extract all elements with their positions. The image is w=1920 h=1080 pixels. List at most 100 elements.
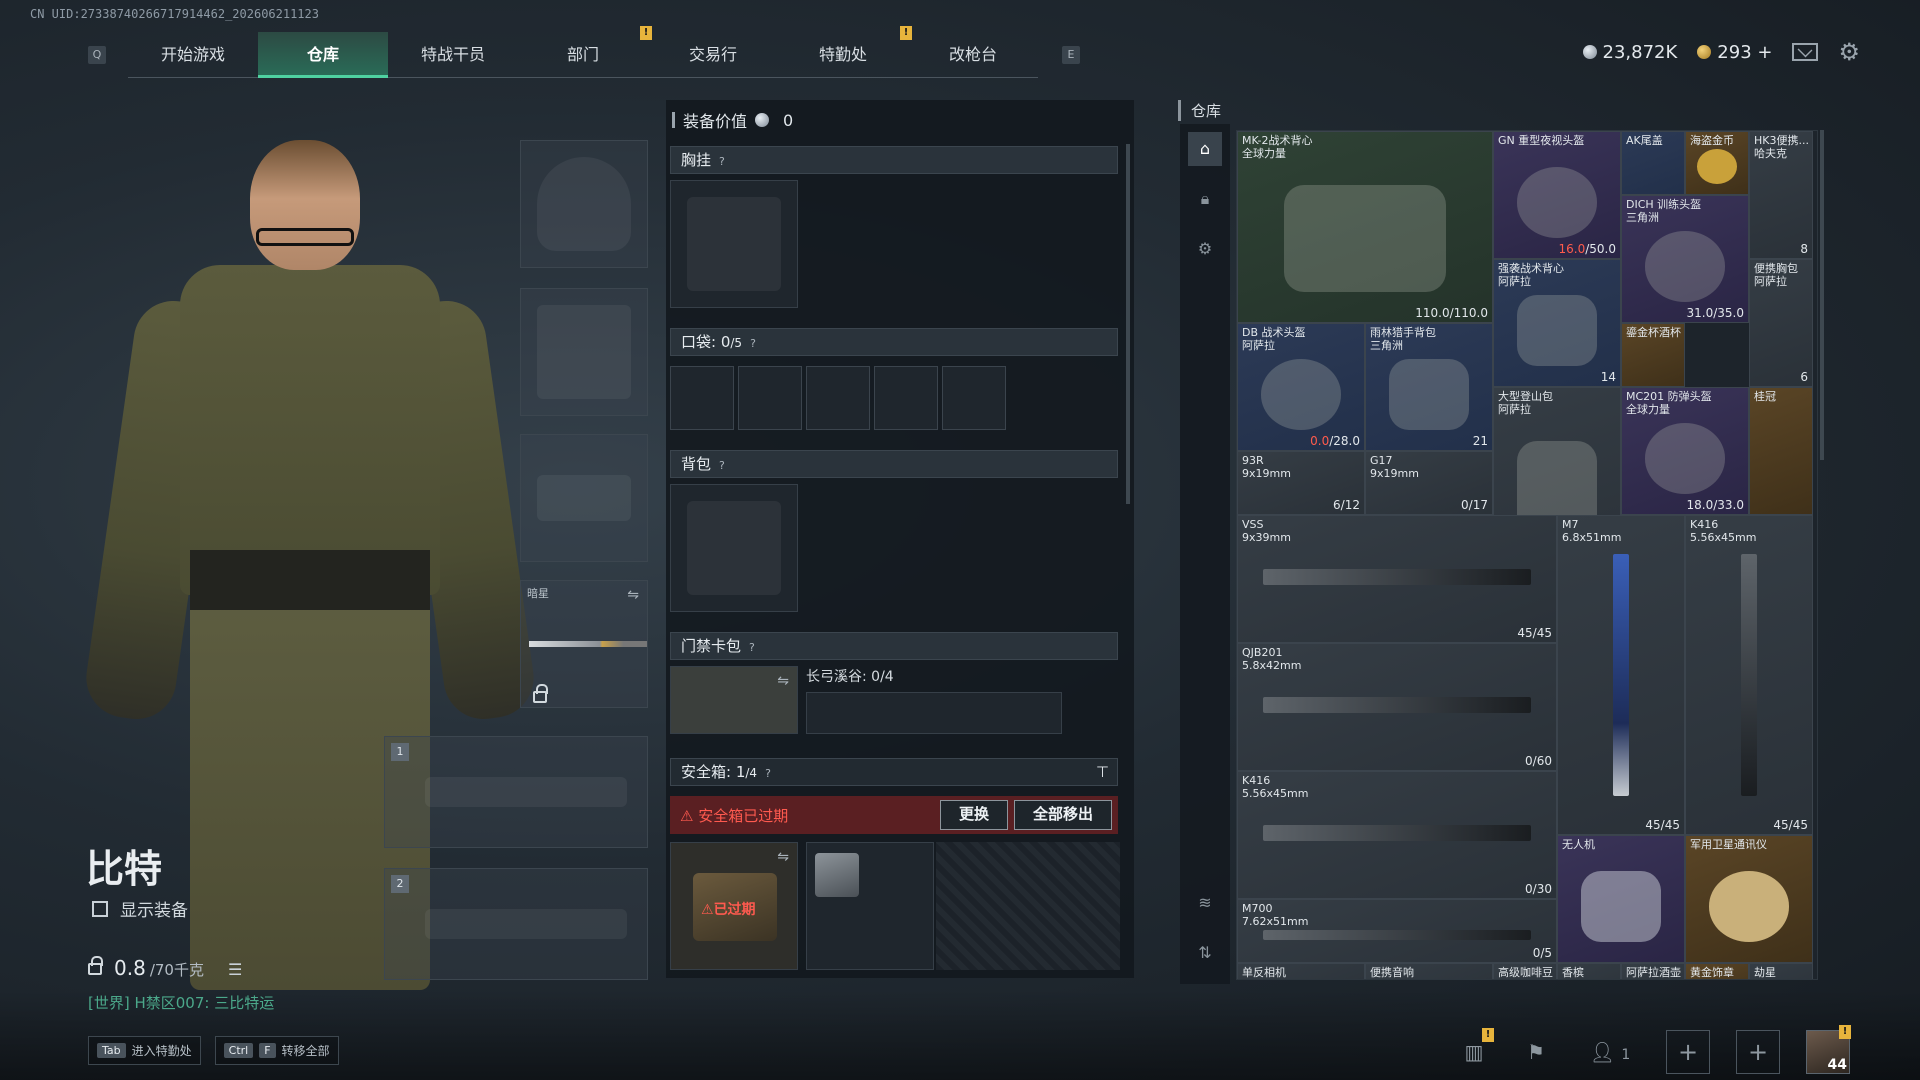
inventory-item[interactable]: QJB201 5.8x42mm 0/60 bbox=[1237, 643, 1557, 771]
help-icon[interactable]: ? bbox=[750, 337, 756, 350]
weight-max: /70千克 bbox=[149, 961, 204, 979]
lock-icon[interactable]: 🔒︎ bbox=[1188, 182, 1222, 216]
remove-all-button[interactable]: 全部移出 bbox=[1013, 800, 1112, 830]
melee-slot-label: 暗星 bbox=[527, 587, 549, 600]
keycard-slot[interactable]: ⇋ bbox=[670, 666, 798, 734]
pin-icon[interactable]: ⊤ bbox=[1096, 759, 1109, 785]
show-gear-checkbox[interactable] bbox=[92, 900, 108, 917]
inventory-item[interactable]: K416 5.56x45mm 0/30 bbox=[1237, 771, 1557, 899]
pocket-slot[interactable] bbox=[874, 366, 938, 430]
next-tab-key[interactable]: E bbox=[1062, 46, 1080, 64]
help-icon[interactable]: ? bbox=[749, 641, 755, 654]
inventory-item[interactable]: 便携胸包 阿萨拉 6 bbox=[1749, 259, 1813, 387]
inventory-item[interactable]: 阿萨拉酒壶 bbox=[1621, 963, 1685, 979]
hint-enter-special-ops[interactable]: Tab 进入特勤处 bbox=[88, 1036, 201, 1065]
replace-button[interactable]: 更换 bbox=[939, 800, 1008, 830]
safe-box-slot[interactable]: ⇋ ⚠已过期 bbox=[670, 842, 798, 970]
inventory-item[interactable]: 鎏金杯酒杯 bbox=[1621, 323, 1685, 387]
inventory-item[interactable]: DB 战术头盔 阿萨拉 0.0/28.0 bbox=[1237, 323, 1365, 451]
primary-weapon-slot-2[interactable]: 2 bbox=[384, 868, 648, 980]
friends-count: 1 bbox=[1621, 1047, 1631, 1063]
item-durability: 110.0/110.0 bbox=[1415, 306, 1488, 320]
inventory-item[interactable]: 便携音响 bbox=[1365, 963, 1493, 979]
safe-box-item-slot[interactable] bbox=[806, 842, 934, 970]
item-name: M7 6.8x51mm bbox=[1562, 518, 1622, 544]
settings-icon[interactable]: ⚙ bbox=[1188, 232, 1222, 266]
inventory-item[interactable]: M7 6.8x51mm 45/45 bbox=[1557, 515, 1685, 835]
inventory-item[interactable]: DICH 训练头盔 三角洲 31.0/35.0 bbox=[1621, 195, 1749, 323]
gold-currency[interactable]: 293 + bbox=[1697, 42, 1772, 63]
inventory-item[interactable]: 雨林猎手背包 三角洲 21 bbox=[1365, 323, 1493, 451]
inventory-item[interactable]: MK-2战术背心 全球力量 110.0/110.0 bbox=[1237, 131, 1493, 323]
safe-box-expired-banner: ⚠ 安全箱已过期 更换 全部移出 bbox=[670, 796, 1118, 834]
hint-transfer-all[interactable]: Ctrl F 转移全部 bbox=[214, 1036, 339, 1065]
inventory-item[interactable]: G17 9x19mm 0/17 bbox=[1365, 451, 1493, 515]
slot-number: 1 bbox=[391, 743, 409, 761]
settings-gear-icon[interactable]: ⚙ bbox=[1838, 38, 1860, 66]
pistol-slot[interactable] bbox=[520, 434, 648, 562]
world-chat-line[interactable]: [世界] H禁区007: 三比特运 bbox=[88, 992, 274, 1013]
inventory-item[interactable]: K416 5.56x45mm 45/45 bbox=[1685, 515, 1813, 835]
layers-icon[interactable]: ≋ bbox=[1188, 886, 1222, 920]
prev-tab-key[interactable]: Q bbox=[88, 46, 106, 64]
pocket-slot[interactable] bbox=[806, 366, 870, 430]
inventory-item[interactable]: 无人机 bbox=[1557, 835, 1685, 963]
mail-icon[interactable] bbox=[1792, 43, 1819, 61]
loadout-scrollbar[interactable] bbox=[1126, 144, 1130, 504]
invite-slot-button[interactable]: + bbox=[1736, 1030, 1780, 1074]
tab-gunsmith[interactable]: 改枪台 bbox=[908, 32, 1038, 78]
item-name: 阿萨拉酒壶 bbox=[1626, 966, 1681, 979]
stats-chart-icon[interactable]: ▥! bbox=[1456, 1028, 1494, 1070]
backpack-slot[interactable] bbox=[670, 484, 798, 612]
armor-slot[interactable] bbox=[520, 288, 648, 416]
tab-special-ops[interactable]: 特勤处 ! bbox=[778, 26, 912, 78]
inventory-item[interactable]: 强袭战术背心 阿萨拉 14 bbox=[1493, 259, 1621, 387]
show-gear-toggle[interactable]: 显示装备 bbox=[92, 896, 188, 921]
rifle-icon bbox=[1263, 696, 1531, 713]
player-avatar[interactable]: ! 44 bbox=[1806, 1025, 1851, 1074]
add-gold-icon[interactable]: + bbox=[1757, 42, 1772, 63]
primary-weapon-slot-1[interactable]: 1 bbox=[384, 736, 648, 848]
friends-icon[interactable]: 👤︎ 1 bbox=[1580, 1034, 1640, 1070]
tab-trading[interactable]: 交易行 bbox=[648, 32, 778, 78]
help-icon[interactable]: ? bbox=[765, 767, 771, 780]
inventory-item[interactable]: 黄金饰章 bbox=[1685, 963, 1749, 979]
warehouse-scrollbar[interactable] bbox=[1820, 130, 1824, 460]
inventory-item[interactable]: MC201 防弹头盔 全球力量 18.0/33.0 bbox=[1621, 387, 1749, 515]
sort-icon[interactable]: ⇅ bbox=[1188, 936, 1222, 970]
inventory-item[interactable]: 香槟 bbox=[1557, 963, 1621, 979]
warehouse-home-icon[interactable]: ⌂ bbox=[1188, 132, 1222, 166]
pocket-slot[interactable] bbox=[670, 366, 734, 430]
inventory-item[interactable]: 93R 9x19mm 6/12 bbox=[1237, 451, 1365, 515]
pocket-slot[interactable] bbox=[738, 366, 802, 430]
inventory-item[interactable]: 军用卫星通讯仪 bbox=[1685, 835, 1813, 963]
help-icon[interactable]: ? bbox=[719, 155, 725, 168]
help-icon[interactable]: ? bbox=[719, 459, 725, 472]
tab-warehouse[interactable]: 仓库 bbox=[258, 32, 388, 78]
inventory-item[interactable]: 桂冠 bbox=[1749, 387, 1813, 515]
melee-slot[interactable]: 暗星 ⇋ bbox=[520, 580, 648, 708]
swap-icon[interactable]: ⇋ bbox=[777, 673, 789, 689]
list-icon[interactable]: ☰ bbox=[228, 960, 242, 979]
inventory-item[interactable]: 单反相机 bbox=[1237, 963, 1365, 979]
inventory-item[interactable]: 劫星 bbox=[1749, 963, 1813, 979]
tab-department[interactable]: 部门 ! bbox=[518, 26, 652, 78]
helmet-slot[interactable] bbox=[520, 140, 648, 268]
inventory-item[interactable]: GN 重型夜视头盔 16.0/50.0 bbox=[1493, 131, 1621, 259]
keycard-grid[interactable] bbox=[806, 692, 1062, 734]
inventory-item[interactable]: M700 7.62x51mm 0/5 bbox=[1237, 899, 1557, 963]
swap-icon[interactable]: ⇋ bbox=[777, 849, 789, 865]
inventory-item[interactable]: 高级咖啡豆 bbox=[1493, 963, 1557, 979]
tab-operators[interactable]: 特战干员 bbox=[388, 32, 518, 78]
inventory-item[interactable]: 海盗金币 bbox=[1685, 131, 1749, 195]
flag-icon[interactable]: ⚑ bbox=[1518, 1034, 1554, 1070]
invite-slot-button[interactable]: + bbox=[1666, 1030, 1710, 1074]
tab-start-game[interactable]: 开始游戏 bbox=[128, 32, 258, 78]
inventory-item[interactable]: VSS 9x39mm 45/45 bbox=[1237, 515, 1557, 643]
inventory-item[interactable]: HK3便携... 哈夫克 8 bbox=[1749, 131, 1813, 259]
item-name: 强袭战术背心 阿萨拉 bbox=[1498, 262, 1564, 288]
inventory-item[interactable]: AK尾盖 bbox=[1621, 131, 1685, 195]
swap-icon[interactable]: ⇋ bbox=[627, 587, 639, 603]
pocket-slot[interactable] bbox=[942, 366, 1006, 430]
chest-rig-slot[interactable] bbox=[670, 180, 798, 308]
